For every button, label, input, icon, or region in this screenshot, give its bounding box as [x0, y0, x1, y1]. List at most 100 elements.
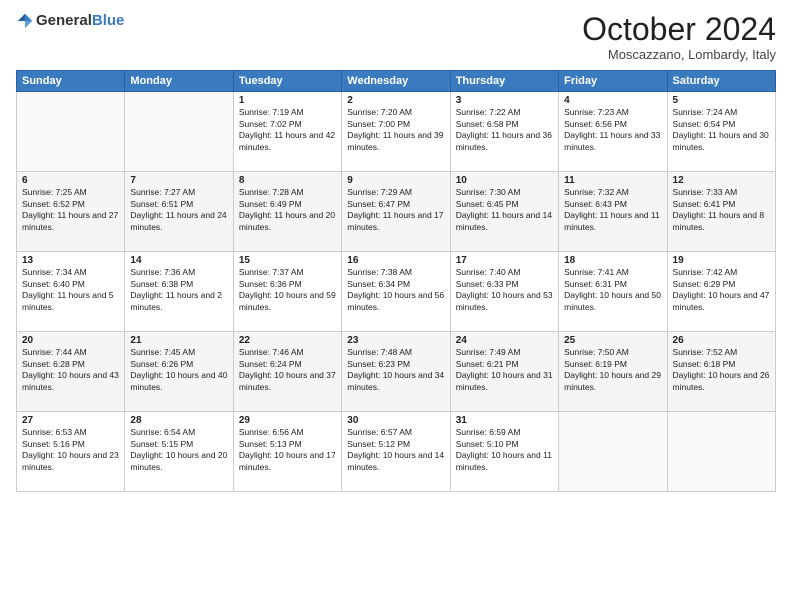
calendar-cell: 6Sunrise: 7:25 AM Sunset: 6:52 PM Daylig… [17, 172, 125, 252]
calendar-cell [559, 412, 667, 492]
calendar-week-4: 20Sunrise: 7:44 AM Sunset: 6:28 PM Dayli… [17, 332, 776, 412]
calendar-cell: 13Sunrise: 7:34 AM Sunset: 6:40 PM Dayli… [17, 252, 125, 332]
day-header-tuesday: Tuesday [233, 71, 341, 92]
calendar-cell: 14Sunrise: 7:36 AM Sunset: 6:38 PM Dayli… [125, 252, 233, 332]
day-content: Sunrise: 7:22 AM Sunset: 6:58 PM Dayligh… [456, 107, 553, 153]
calendar-cell: 29Sunrise: 6:56 AM Sunset: 5:13 PM Dayli… [233, 412, 341, 492]
day-header-friday: Friday [559, 71, 667, 92]
day-content: Sunrise: 7:49 AM Sunset: 6:21 PM Dayligh… [456, 347, 553, 393]
day-number: 12 [673, 175, 770, 186]
calendar-cell: 20Sunrise: 7:44 AM Sunset: 6:28 PM Dayli… [17, 332, 125, 412]
calendar-cell: 27Sunrise: 6:53 AM Sunset: 5:16 PM Dayli… [17, 412, 125, 492]
calendar-body: 1Sunrise: 7:19 AM Sunset: 7:02 PM Daylig… [17, 92, 776, 492]
day-content: Sunrise: 7:38 AM Sunset: 6:34 PM Dayligh… [347, 267, 444, 313]
calendar-cell: 7Sunrise: 7:27 AM Sunset: 6:51 PM Daylig… [125, 172, 233, 252]
day-number: 3 [456, 95, 553, 106]
calendar-cell: 31Sunrise: 6:59 AM Sunset: 5:10 PM Dayli… [450, 412, 558, 492]
day-content: Sunrise: 7:20 AM Sunset: 7:00 PM Dayligh… [347, 107, 444, 153]
day-number: 8 [239, 175, 336, 186]
day-number: 20 [22, 335, 119, 346]
calendar-cell: 23Sunrise: 7:48 AM Sunset: 6:23 PM Dayli… [342, 332, 450, 412]
day-content: Sunrise: 7:46 AM Sunset: 6:24 PM Dayligh… [239, 347, 336, 393]
calendar-cell: 21Sunrise: 7:45 AM Sunset: 6:26 PM Dayli… [125, 332, 233, 412]
calendar-table: SundayMondayTuesdayWednesdayThursdayFrid… [16, 70, 776, 492]
calendar-cell: 2Sunrise: 7:20 AM Sunset: 7:00 PM Daylig… [342, 92, 450, 172]
day-content: Sunrise: 6:54 AM Sunset: 5:15 PM Dayligh… [130, 427, 227, 473]
day-content: Sunrise: 7:27 AM Sunset: 6:51 PM Dayligh… [130, 187, 227, 233]
calendar-week-1: 1Sunrise: 7:19 AM Sunset: 7:02 PM Daylig… [17, 92, 776, 172]
day-content: Sunrise: 7:30 AM Sunset: 6:45 PM Dayligh… [456, 187, 553, 233]
day-content: Sunrise: 7:28 AM Sunset: 6:49 PM Dayligh… [239, 187, 336, 233]
day-header-monday: Monday [125, 71, 233, 92]
page: GeneralBlue October 2024 Moscazzano, Lom… [0, 0, 792, 612]
calendar-cell: 18Sunrise: 7:41 AM Sunset: 6:31 PM Dayli… [559, 252, 667, 332]
day-number: 30 [347, 415, 444, 426]
month-title: October 2024 [582, 12, 776, 47]
day-content: Sunrise: 7:52 AM Sunset: 6:18 PM Dayligh… [673, 347, 770, 393]
day-content: Sunrise: 7:44 AM Sunset: 6:28 PM Dayligh… [22, 347, 119, 393]
calendar-cell: 25Sunrise: 7:50 AM Sunset: 6:19 PM Dayli… [559, 332, 667, 412]
day-content: Sunrise: 7:33 AM Sunset: 6:41 PM Dayligh… [673, 187, 770, 233]
calendar-cell: 19Sunrise: 7:42 AM Sunset: 6:29 PM Dayli… [667, 252, 775, 332]
day-content: Sunrise: 7:25 AM Sunset: 6:52 PM Dayligh… [22, 187, 119, 233]
day-number: 25 [564, 335, 661, 346]
day-number: 27 [22, 415, 119, 426]
day-content: Sunrise: 6:59 AM Sunset: 5:10 PM Dayligh… [456, 427, 553, 473]
calendar-cell: 8Sunrise: 7:28 AM Sunset: 6:49 PM Daylig… [233, 172, 341, 252]
day-header-wednesday: Wednesday [342, 71, 450, 92]
day-number: 15 [239, 255, 336, 266]
day-number: 14 [130, 255, 227, 266]
logo-blue: Blue [92, 12, 125, 29]
calendar-cell: 5Sunrise: 7:24 AM Sunset: 6:54 PM Daylig… [667, 92, 775, 172]
calendar-cell: 26Sunrise: 7:52 AM Sunset: 6:18 PM Dayli… [667, 332, 775, 412]
day-number: 29 [239, 415, 336, 426]
day-number: 24 [456, 335, 553, 346]
day-number: 9 [347, 175, 444, 186]
day-content: Sunrise: 7:19 AM Sunset: 7:02 PM Dayligh… [239, 107, 336, 153]
day-content: Sunrise: 7:23 AM Sunset: 6:56 PM Dayligh… [564, 107, 661, 153]
calendar-cell: 9Sunrise: 7:29 AM Sunset: 6:47 PM Daylig… [342, 172, 450, 252]
header: GeneralBlue October 2024 Moscazzano, Lom… [16, 12, 776, 62]
day-number: 19 [673, 255, 770, 266]
calendar-cell [667, 412, 775, 492]
day-number: 5 [673, 95, 770, 106]
calendar-week-3: 13Sunrise: 7:34 AM Sunset: 6:40 PM Dayli… [17, 252, 776, 332]
day-number: 18 [564, 255, 661, 266]
day-content: Sunrise: 7:50 AM Sunset: 6:19 PM Dayligh… [564, 347, 661, 393]
calendar-cell: 24Sunrise: 7:49 AM Sunset: 6:21 PM Dayli… [450, 332, 558, 412]
calendar-cell: 16Sunrise: 7:38 AM Sunset: 6:34 PM Dayli… [342, 252, 450, 332]
calendar-week-2: 6Sunrise: 7:25 AM Sunset: 6:52 PM Daylig… [17, 172, 776, 252]
calendar-cell: 17Sunrise: 7:40 AM Sunset: 6:33 PM Dayli… [450, 252, 558, 332]
day-number: 17 [456, 255, 553, 266]
calendar-cell: 12Sunrise: 7:33 AM Sunset: 6:41 PM Dayli… [667, 172, 775, 252]
day-number: 16 [347, 255, 444, 266]
day-header-thursday: Thursday [450, 71, 558, 92]
day-content: Sunrise: 7:36 AM Sunset: 6:38 PM Dayligh… [130, 267, 227, 313]
calendar-cell: 3Sunrise: 7:22 AM Sunset: 6:58 PM Daylig… [450, 92, 558, 172]
day-content: Sunrise: 7:37 AM Sunset: 6:36 PM Dayligh… [239, 267, 336, 313]
calendar-cell: 10Sunrise: 7:30 AM Sunset: 6:45 PM Dayli… [450, 172, 558, 252]
day-content: Sunrise: 7:42 AM Sunset: 6:29 PM Dayligh… [673, 267, 770, 313]
day-content: Sunrise: 6:57 AM Sunset: 5:12 PM Dayligh… [347, 427, 444, 473]
day-content: Sunrise: 7:41 AM Sunset: 6:31 PM Dayligh… [564, 267, 661, 313]
day-content: Sunrise: 6:56 AM Sunset: 5:13 PM Dayligh… [239, 427, 336, 473]
day-content: Sunrise: 7:48 AM Sunset: 6:23 PM Dayligh… [347, 347, 444, 393]
day-content: Sunrise: 7:24 AM Sunset: 6:54 PM Dayligh… [673, 107, 770, 153]
day-number: 28 [130, 415, 227, 426]
day-number: 22 [239, 335, 336, 346]
day-number: 23 [347, 335, 444, 346]
title-area: October 2024 Moscazzano, Lombardy, Italy [582, 12, 776, 62]
calendar-cell: 28Sunrise: 6:54 AM Sunset: 5:15 PM Dayli… [125, 412, 233, 492]
day-content: Sunrise: 7:45 AM Sunset: 6:26 PM Dayligh… [130, 347, 227, 393]
day-number: 21 [130, 335, 227, 346]
day-content: Sunrise: 7:34 AM Sunset: 6:40 PM Dayligh… [22, 267, 119, 313]
day-number: 31 [456, 415, 553, 426]
calendar-week-5: 27Sunrise: 6:53 AM Sunset: 5:16 PM Dayli… [17, 412, 776, 492]
day-content: Sunrise: 7:40 AM Sunset: 6:33 PM Dayligh… [456, 267, 553, 313]
calendar-cell [125, 92, 233, 172]
day-content: Sunrise: 7:29 AM Sunset: 6:47 PM Dayligh… [347, 187, 444, 233]
calendar-cell: 4Sunrise: 7:23 AM Sunset: 6:56 PM Daylig… [559, 92, 667, 172]
day-number: 10 [456, 175, 553, 186]
calendar-header-row: SundayMondayTuesdayWednesdayThursdayFrid… [17, 71, 776, 92]
day-content: Sunrise: 6:53 AM Sunset: 5:16 PM Dayligh… [22, 427, 119, 473]
